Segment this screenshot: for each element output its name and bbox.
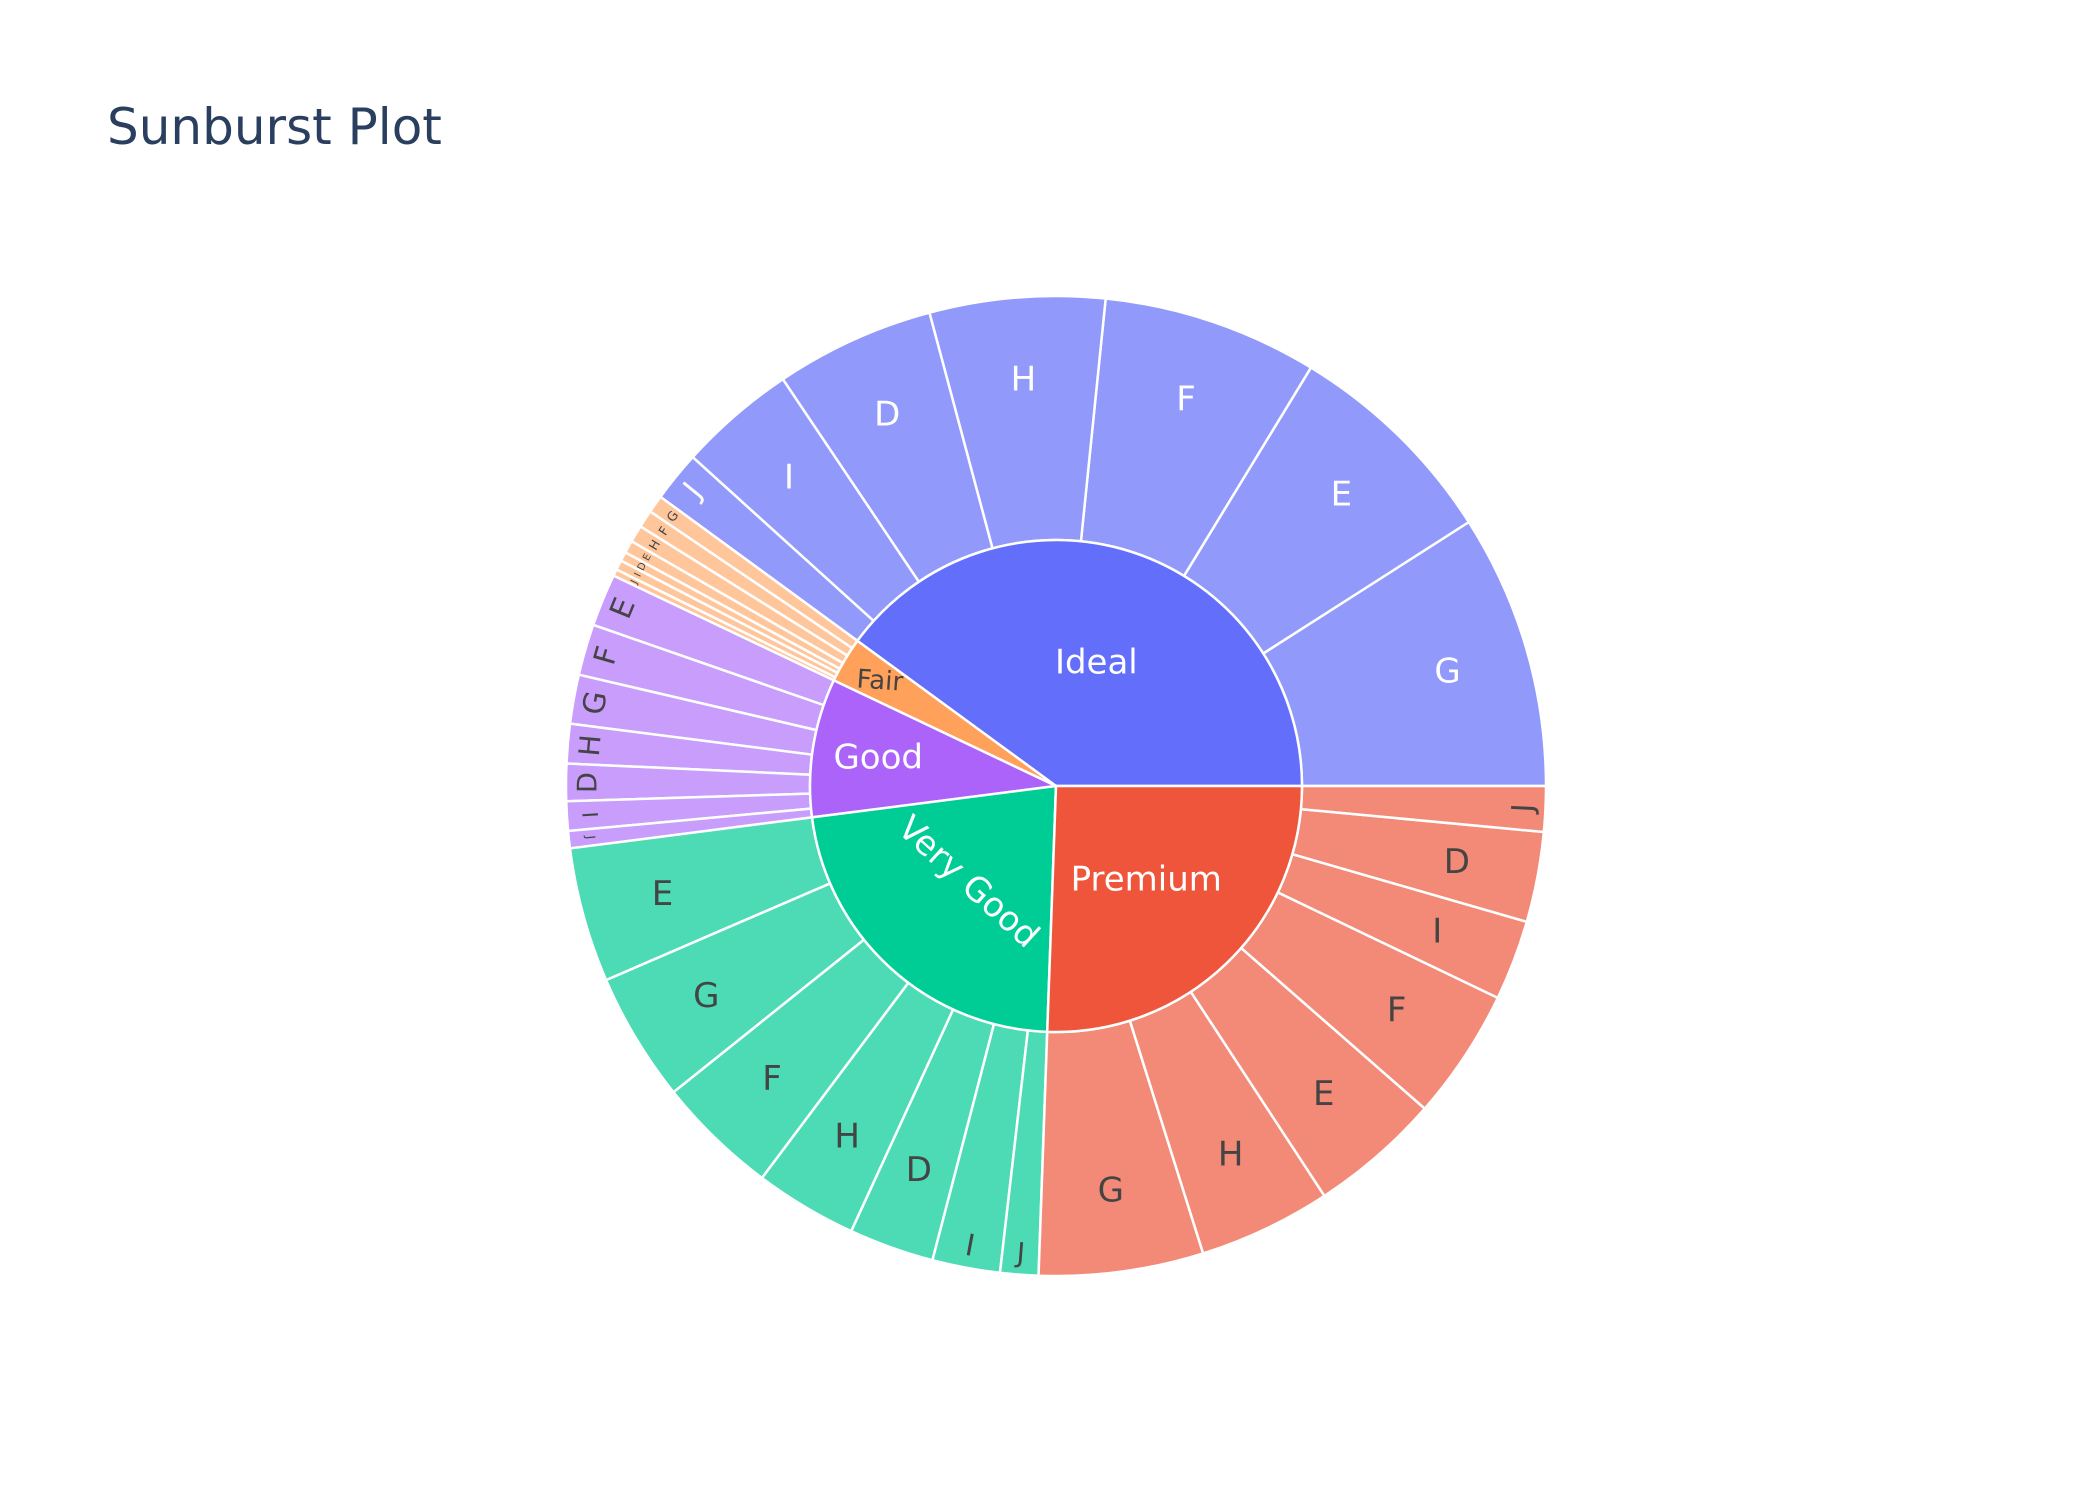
sector-label-ideal-e: E <box>1331 474 1352 514</box>
sunburst-chart[interactable]: Ideal GEFHDIJFairGFHEDIJGoodEFGHDIJ Very G… <box>0 0 2100 1500</box>
sector-label-very-good-e: E <box>652 874 673 914</box>
sector-label-premium-h: H <box>1218 1135 1244 1175</box>
sector-label-ideal-g: G <box>1434 652 1460 692</box>
sector-label-ideal-i: I <box>784 457 794 497</box>
sector-label-ideal: Ideal <box>1055 642 1138 682</box>
sector-label-premium-d: D <box>1444 842 1470 882</box>
sector-label-premium-i: I <box>1432 911 1442 951</box>
sector-label-good: Good <box>833 738 923 778</box>
sector-label-very-good-h: H <box>834 1117 860 1157</box>
sector-label-ideal-f: F <box>1176 379 1196 419</box>
sector-label-ideal-d: D <box>874 395 900 435</box>
sector-label-ideal-h: H <box>1011 359 1037 399</box>
sector-label-good-d: D <box>572 772 603 793</box>
sector-label-good-h: H <box>572 733 608 757</box>
sector-label-premium: Premium <box>1071 860 1222 900</box>
sector-label-premium-f: F <box>1387 991 1407 1031</box>
sector-label-very-good-f: F <box>762 1059 782 1099</box>
sector-label-very-good-d: D <box>906 1150 932 1190</box>
sector-label-very-good-g: G <box>693 976 719 1016</box>
sector-label-premium-g: G <box>1098 1170 1124 1210</box>
sector-label-fair: Fair <box>856 664 905 697</box>
sector-label-premium-e: E <box>1313 1074 1334 1114</box>
